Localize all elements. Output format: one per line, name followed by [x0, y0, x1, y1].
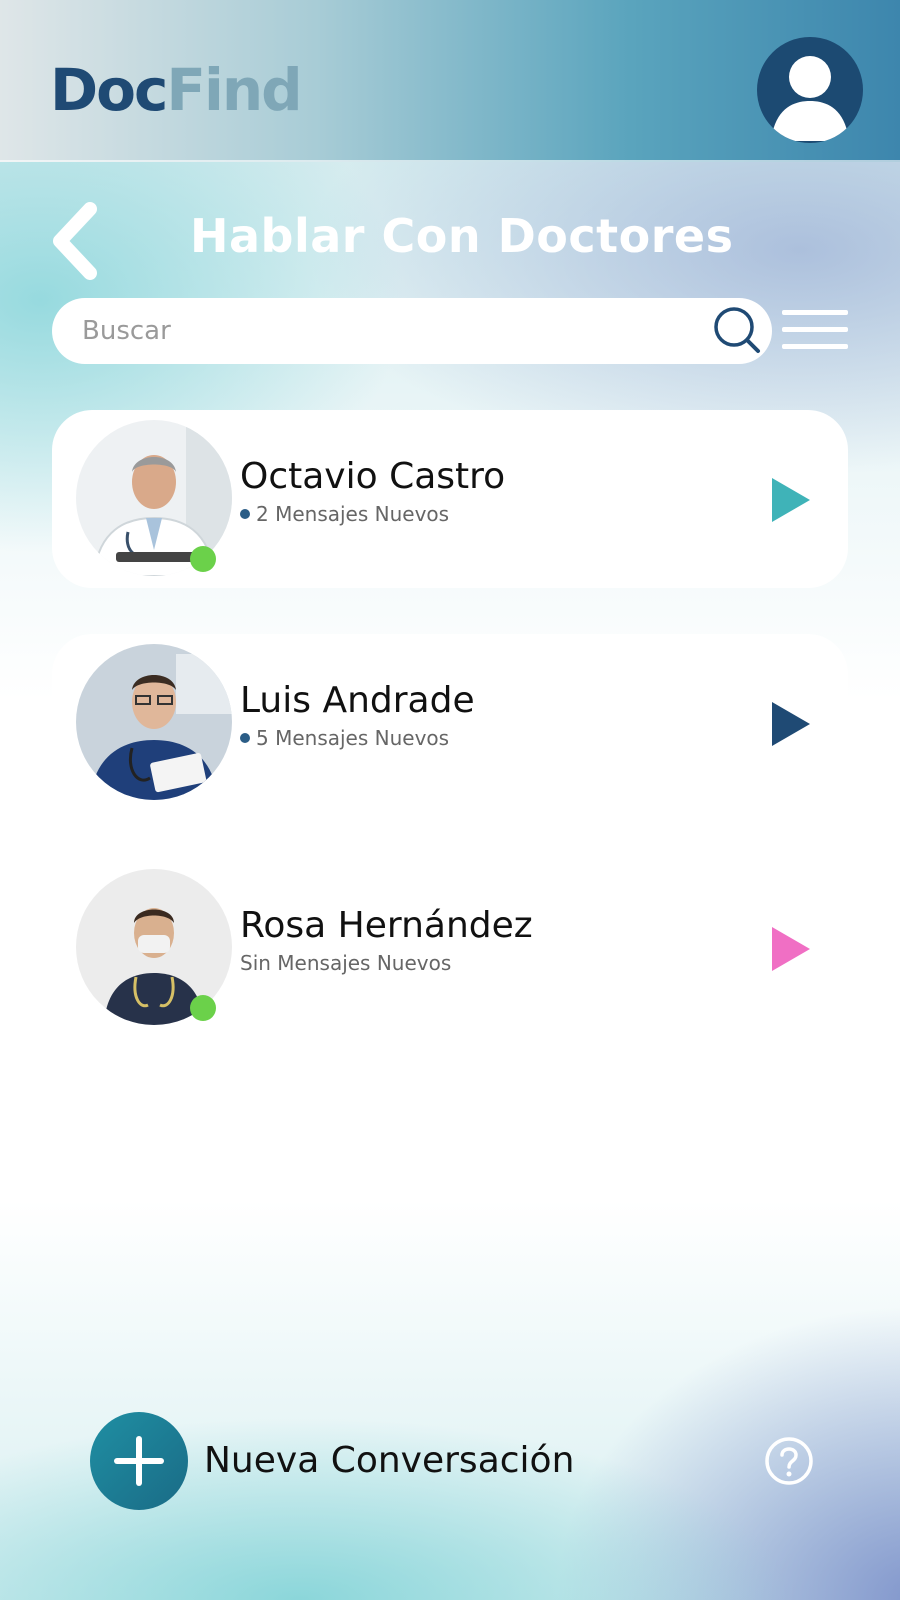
unread-dot — [240, 733, 250, 743]
profile-avatar-button[interactable] — [757, 37, 863, 143]
play-arrow-icon — [772, 927, 810, 971]
app-logo[interactable]: DocFind — [50, 56, 303, 124]
message-status: 5 Mensajes Nuevos — [240, 726, 449, 750]
logo-doc: Doc — [50, 56, 168, 124]
online-indicator — [190, 995, 216, 1021]
message-status: 2 Mensajes Nuevos — [240, 502, 449, 526]
open-chat-arrow[interactable] — [768, 700, 812, 748]
doctor-name: Rosa Hernández — [240, 905, 533, 946]
user-icon — [771, 56, 849, 141]
unread-dot — [240, 509, 250, 519]
logo-find: Find — [166, 56, 302, 124]
play-arrow-icon — [772, 702, 810, 746]
message-status-text: Sin Mensajes Nuevos — [240, 951, 452, 975]
page-title: Hablar Con Doctores — [190, 209, 734, 263]
message-status: Sin Mensajes Nuevos — [240, 951, 451, 975]
help-icon[interactable] — [764, 1436, 814, 1486]
search-icon[interactable] — [710, 304, 762, 356]
doctor-photo — [76, 644, 232, 800]
menu-icon[interactable] — [782, 310, 848, 352]
online-indicator — [190, 546, 216, 572]
message-status-text: 2 Mensajes Nuevos — [256, 502, 450, 526]
new-conversation-label[interactable]: Nueva Conversación — [204, 1440, 574, 1481]
doctor-card[interactable]: Rosa Hernández Sin Mensajes Nuevos — [52, 859, 848, 1037]
search-input[interactable] — [82, 310, 682, 352]
plus-icon — [114, 1436, 164, 1486]
title-row: Hablar Con Doctores — [0, 195, 900, 285]
message-status-text: 5 Mensajes Nuevos — [256, 726, 450, 750]
top-bar: DocFind — [0, 0, 900, 162]
new-conversation-button[interactable] — [90, 1412, 188, 1510]
back-button[interactable] — [48, 199, 108, 283]
chevron-left-icon — [53, 202, 97, 280]
open-chat-arrow[interactable] — [768, 925, 812, 973]
play-arrow-icon — [772, 478, 810, 522]
doctor-name: Luis Andrade — [240, 680, 475, 721]
doctor-card[interactable]: Luis Andrade 5 Mensajes Nuevos — [52, 634, 848, 812]
search-bar — [52, 298, 772, 364]
doctor-name: Octavio Castro — [240, 456, 506, 497]
doctor-card[interactable]: Octavio Castro 2 Mensajes Nuevos — [52, 410, 848, 588]
open-chat-arrow[interactable] — [768, 476, 812, 524]
